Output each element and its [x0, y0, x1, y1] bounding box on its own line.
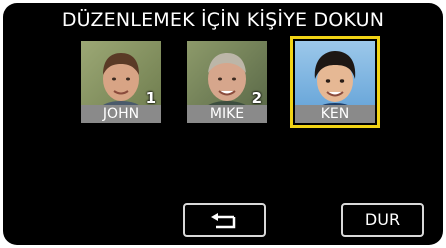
return-arrow-icon	[211, 213, 236, 229]
person-card-mike[interactable]: 2 MIKE	[187, 41, 267, 123]
person-card-ken[interactable]: KEN	[290, 36, 380, 128]
back-button[interactable]	[183, 203, 266, 237]
person-name-label: JOHN	[81, 105, 161, 123]
person-number-badge: 1	[145, 89, 156, 107]
person-name-label: KEN	[295, 105, 375, 123]
face-edit-panel: DÜZENLEMEK İÇİN KİŞİYE DOKUN 1 JOHN 2 MI…	[3, 3, 443, 245]
stop-button[interactable]: DUR	[341, 203, 424, 237]
person-number-badge: 2	[251, 89, 262, 107]
person-card-john[interactable]: 1 JOHN	[81, 41, 161, 123]
screen-title: DÜZENLEMEK İÇİN KİŞİYE DOKUN	[61, 9, 385, 31]
person-name-label: MIKE	[187, 105, 267, 123]
camera-screen: DÜZENLEMEK İÇİN KİŞİYE DOKUN 1 JOHN 2 MI…	[0, 0, 446, 248]
